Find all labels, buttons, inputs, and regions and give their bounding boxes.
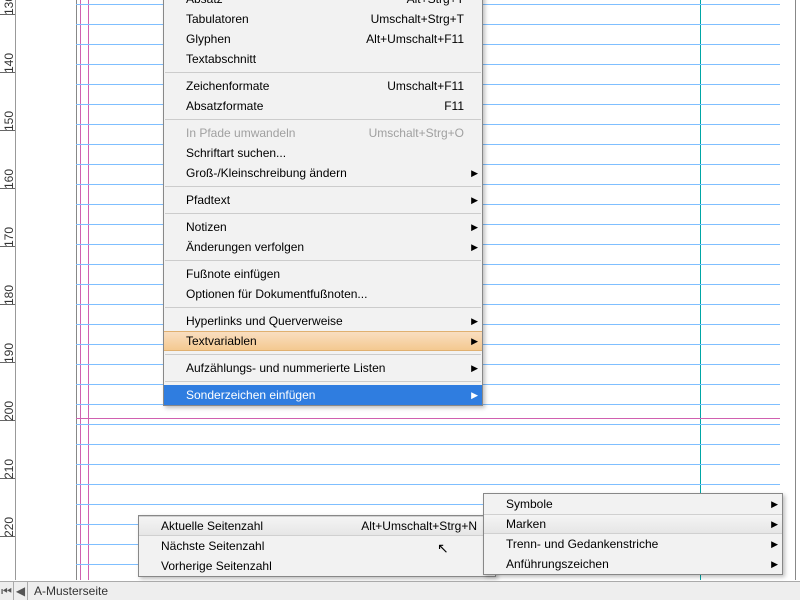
submenu-special-chars[interactable]: Symbole▶Marken▶Trenn- und Gedankenstrich… [483,493,783,575]
menu-item-label: Sonderzeichen einfügen [186,388,315,402]
status-bar: ⏮ ◀ A-Musterseite [0,581,800,600]
menu-item-label: Nächste Seitenzahl [161,539,264,553]
menu-item-label: Notizen [186,220,227,234]
menu-item-label: Aufzählungs- und nummerierte Listen [186,361,385,375]
menu-item-label: Schriftart suchen... [186,146,286,160]
menu-item[interactable]: Zeichenformate Umschalt+F11 [164,76,482,96]
page-indicator[interactable]: A-Musterseite [28,584,114,598]
menu-item-label: Tabulatoren [186,12,249,26]
vertical-ruler: 130140150160170180190200210220 [0,0,16,580]
menu-item-label: Groß-/Kleinschreibung ändern [186,166,347,180]
menu-shortcut: Umschalt+Strg+O [369,126,464,140]
guide-vertical [88,0,89,580]
submenu-arrow-icon: ▶ [471,336,478,347]
menu-item-label: Textabschnitt [186,52,256,66]
menu-item[interactable]: Marken ▶ [484,514,782,534]
menu-item[interactable]: Glyphen Alt+Umschalt+F11 [164,29,482,49]
context-menu[interactable]: Absatz Alt+Strg+T Tabulatoren Umschalt+Strg… [163,0,483,406]
menu-item[interactable]: Aufzählungs- und nummerierte Listen ▶ [164,358,482,378]
submenu-arrow-icon: ▶ [771,499,778,510]
menu-shortcut: Alt+Umschalt+Strg+N [361,519,477,533]
menu-item[interactable]: Absatz Alt+Strg+T [164,0,482,9]
menu-item[interactable]: Nächste Seitenzahl [139,536,495,556]
menu-item-label: Optionen für Dokumentfußnoten... [186,287,367,301]
menu-item[interactable]: Trenn- und Gedankenstriche ▶ [484,534,782,554]
menu-item[interactable]: Textabschnitt [164,49,482,69]
menu-item-label: In Pfade umwandeln [186,126,295,140]
menu-item-label: Trenn- und Gedankenstriche [506,537,658,551]
menu-item[interactable]: Sonderzeichen einfügen ▶ [164,385,482,405]
menu-item[interactable]: Textvariablen ▶ [164,331,482,351]
menu-item-label: Anführungszeichen [506,557,609,571]
menu-item[interactable]: In Pfade umwandeln Umschalt+Strg+O [164,123,482,143]
menu-item[interactable]: Aktuelle Seitenzahl Alt+Umschalt+Strg+N [139,516,495,536]
menu-shortcut: Umschalt+F11 [387,79,464,93]
menu-item[interactable]: Symbole ▶ [484,494,782,514]
menu-item[interactable]: Absatzformate F11 [164,96,482,116]
submenu-arrow-icon: ▶ [471,222,478,233]
submenu-page-markers[interactable]: Aktuelle Seitenzahl Alt+Umschalt+Strg+N Nä… [138,515,496,577]
menu-item-label: Aktuelle Seitenzahl [161,519,263,533]
submenu-arrow-icon: ▶ [471,390,478,401]
page-prev-button[interactable]: ◀ [14,582,28,600]
menu-item[interactable]: Groß-/Kleinschreibung ändern ▶ [164,163,482,183]
menu-item-label: Vorherige Seitenzahl [161,559,272,573]
menu-item-label: Absatzformate [186,99,263,113]
menu-item-label: Marken [506,517,546,531]
menu-item-label: Zeichenformate [186,79,269,93]
submenu-arrow-icon: ▶ [471,363,478,374]
submenu-arrow-icon: ▶ [471,195,478,206]
menu-item[interactable]: Hyperlinks und Querverweise ▶ [164,311,482,331]
menu-item[interactable]: Änderungen verfolgen ▶ [164,237,482,257]
menu-item[interactable]: Vorherige Seitenzahl [139,556,495,576]
menu-item[interactable]: Anführungszeichen ▶ [484,554,782,574]
menu-item[interactable]: Optionen für Dokumentfußnoten... [164,284,482,304]
menu-shortcut: Alt+Strg+T [407,0,464,6]
guide-vertical [80,0,81,580]
menu-item[interactable]: Tabulatoren Umschalt+Strg+T [164,9,482,29]
submenu-arrow-icon: ▶ [471,242,478,253]
menu-item-label: Fußnote einfügen [186,267,280,281]
menu-shortcut: Umschalt+Strg+T [371,12,464,26]
menu-item-label: Glyphen [186,32,231,46]
menu-item[interactable]: Fußnote einfügen [164,264,482,284]
menu-item-label: Hyperlinks und Querverweise [186,314,343,328]
page-first-button[interactable]: ⏮ [0,582,14,600]
menu-item[interactable]: Pfadtext ▶ [164,190,482,210]
menu-shortcut: F11 [444,99,464,113]
submenu-arrow-icon: ▶ [471,316,478,327]
menu-item-label: Änderungen verfolgen [186,240,304,254]
submenu-arrow-icon: ▶ [771,559,778,570]
submenu-arrow-icon: ▶ [771,539,778,550]
menu-shortcut: Alt+Umschalt+F11 [366,32,464,46]
submenu-arrow-icon: ▶ [771,519,778,530]
menu-item-label: Textvariablen [186,334,257,348]
menu-item[interactable]: Notizen ▶ [164,217,482,237]
menu-item-label: Pfadtext [186,193,230,207]
menu-item-label: Symbole [506,497,553,511]
menu-item[interactable]: Schriftart suchen... [164,143,482,163]
menu-item-label: Absatz [186,0,223,6]
submenu-arrow-icon: ▶ [471,168,478,179]
